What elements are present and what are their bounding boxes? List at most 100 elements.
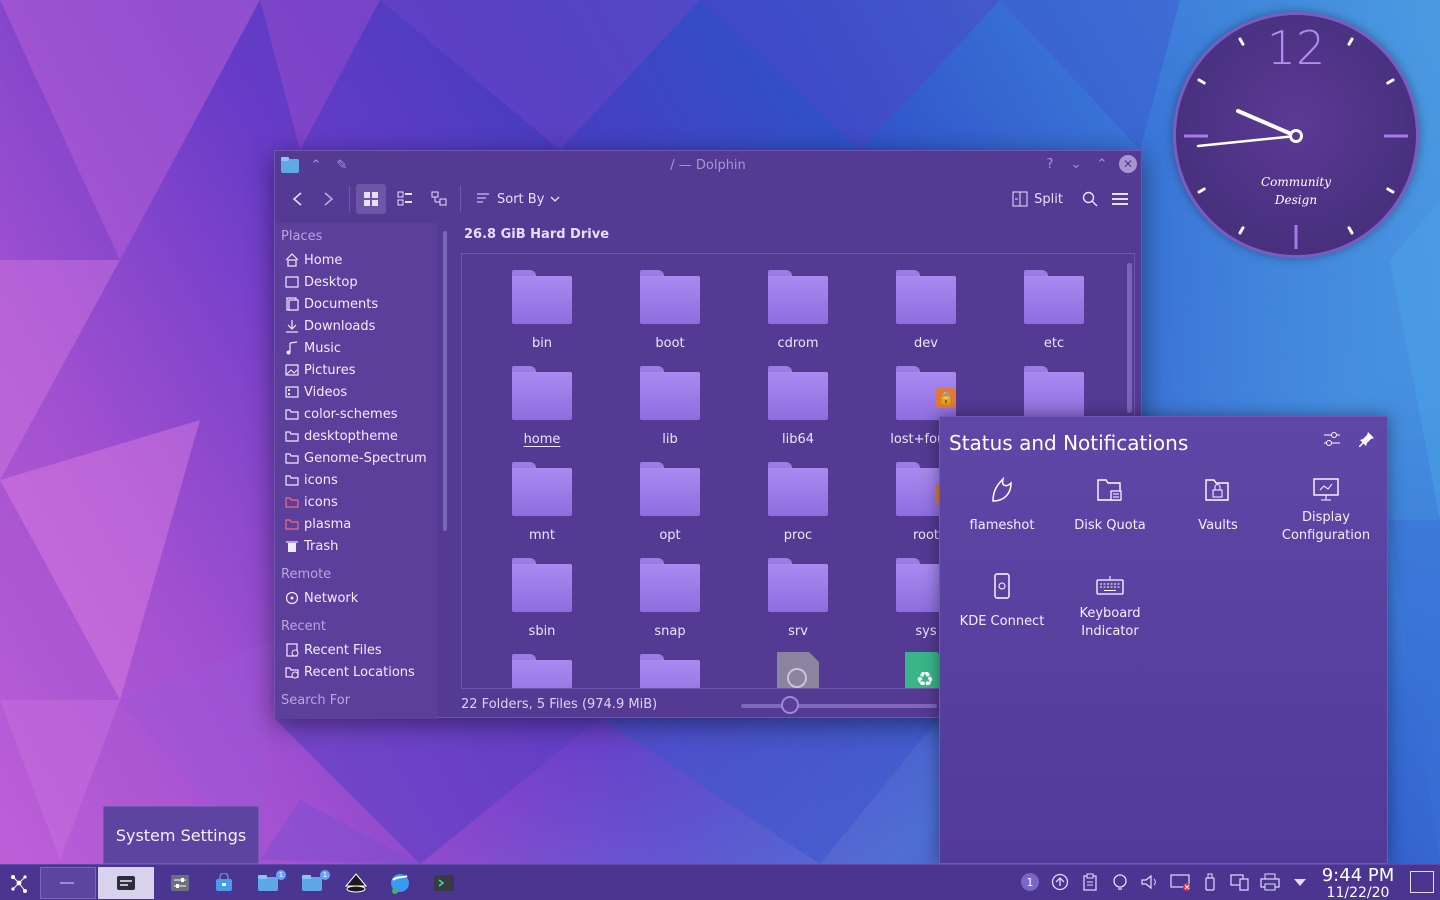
place-item[interactable]: Desktop xyxy=(275,271,437,293)
file-item[interactable]: bin xyxy=(478,268,606,364)
place-item[interactable]: Videos xyxy=(275,381,437,403)
place-item-label: Recent Files xyxy=(304,642,382,658)
place-item-label: Downloads xyxy=(304,318,376,334)
task-dolphin-1[interactable]: 1 xyxy=(248,867,288,899)
network-disconnected-icon[interactable] xyxy=(1170,871,1190,893)
file-item[interactable]: lib64 xyxy=(734,364,862,460)
task-inkscape[interactable] xyxy=(336,867,376,899)
file-item[interactable]: sbin xyxy=(478,556,606,652)
task-discover[interactable] xyxy=(160,867,200,899)
tile-display-configuration[interactable]: Display Configuration xyxy=(1272,475,1380,545)
file-name: cdrom xyxy=(777,336,819,351)
folder-icon xyxy=(768,270,828,326)
file-item[interactable]: lib xyxy=(606,364,734,460)
place-item[interactable]: desktoptheme xyxy=(275,425,437,447)
removable-device-icon[interactable] xyxy=(1200,871,1220,893)
file-item[interactable]: proc xyxy=(734,460,862,556)
task-system-settings[interactable] xyxy=(98,867,154,899)
hamburger-menu-button[interactable] xyxy=(1105,184,1135,214)
place-item[interactable]: icons xyxy=(275,469,437,491)
file-item[interactable]: home xyxy=(478,364,606,460)
task-terminal[interactable] xyxy=(424,867,464,899)
tile-kde-connect[interactable]: KDE Connect xyxy=(948,571,1056,631)
place-item[interactable]: Trash xyxy=(275,535,437,557)
zoom-slider-handle[interactable] xyxy=(781,696,799,714)
configure-icon[interactable] xyxy=(1323,431,1341,451)
file-item[interactable]: mnt xyxy=(478,460,606,556)
lock-icon: 🔒 xyxy=(936,388,956,408)
tile-flameshot[interactable]: flameshot xyxy=(948,475,1056,535)
show-desktop-button[interactable] xyxy=(1410,871,1434,893)
place-item[interactable]: Recent Locations xyxy=(275,661,437,683)
task-store[interactable] xyxy=(204,867,244,899)
icons-view-button[interactable] xyxy=(356,184,386,214)
file-item[interactable]: etc xyxy=(990,268,1118,364)
folder-icon xyxy=(512,558,572,614)
status-notifications-popup: Status and Notifications flameshot Disk … xyxy=(939,416,1388,864)
task-browser[interactable] xyxy=(380,867,420,899)
file-item[interactable]: boot xyxy=(606,268,734,364)
place-item-label: Videos xyxy=(304,384,348,400)
forward-button[interactable] xyxy=(313,184,343,214)
minimize-icon[interactable]: ⌄ xyxy=(1067,155,1085,173)
place-item-label: Recent Locations xyxy=(304,664,415,680)
back-button[interactable] xyxy=(283,184,313,214)
titlebar[interactable]: ⌃ ✎ / — Dolphin ? ⌄ ⌃ ✕ xyxy=(275,151,1141,179)
details-view-button[interactable] xyxy=(424,184,454,214)
file-name: opt xyxy=(659,528,681,543)
notification-count-icon[interactable]: 1 xyxy=(1020,871,1040,893)
place-item[interactable]: color-schemes xyxy=(275,403,437,425)
volume-icon[interactable] xyxy=(1140,871,1160,893)
folder-icon[interactable] xyxy=(640,654,700,688)
kde-connect-tray-icon[interactable] xyxy=(1230,871,1250,893)
compact-view-icon xyxy=(397,191,412,206)
place-item[interactable]: Music xyxy=(275,337,437,359)
analog-clock-widget[interactable]: 12 Community Design xyxy=(1173,12,1419,258)
search-button[interactable] xyxy=(1075,184,1105,214)
tile-keyboard-indicator[interactable]: Keyboard Indicator xyxy=(1056,571,1164,641)
zoom-slider-track[interactable] xyxy=(741,704,937,708)
close-icon[interactable]: ✕ xyxy=(1119,155,1137,173)
keyboard-indicator-icon xyxy=(1095,571,1125,601)
place-item[interactable]: Home xyxy=(275,249,437,271)
folder-icon xyxy=(512,270,572,326)
printer-icon[interactable] xyxy=(1260,871,1280,893)
place-item[interactable]: Genome-Spectrum xyxy=(275,447,437,469)
maximize-icon[interactable]: ⌃ xyxy=(1093,155,1111,173)
place-item[interactable]: Recent Files xyxy=(275,639,437,661)
sort-by-button[interactable]: Sort By xyxy=(467,184,568,214)
file-item[interactable]: opt xyxy=(606,460,734,556)
place-item[interactable]: Pictures xyxy=(275,359,437,381)
place-item[interactable]: Documents xyxy=(275,293,437,315)
clipboard-icon[interactable] xyxy=(1080,871,1100,893)
digital-clock[interactable]: 9:44 PM 11/22/20 xyxy=(1318,866,1398,900)
application-launcher-button[interactable] xyxy=(0,867,38,899)
place-item[interactable]: icons xyxy=(275,491,437,513)
tile-disk-quota[interactable]: Disk Quota xyxy=(1056,475,1164,535)
folder-icon[interactable] xyxy=(512,654,572,688)
places-section-title: Places xyxy=(281,229,323,244)
tile-vaults[interactable]: Vaults xyxy=(1164,475,1272,535)
file-item[interactable]: snap xyxy=(606,556,734,652)
night-color-icon[interactable] xyxy=(1110,871,1130,893)
disk-image-icon[interactable] xyxy=(775,652,821,689)
file-item[interactable]: dev xyxy=(862,268,990,364)
split-button[interactable]: Split xyxy=(1006,184,1069,214)
task-dolphin-2[interactable]: 1 xyxy=(292,867,332,899)
compact-view-button[interactable] xyxy=(390,184,420,214)
help-icon[interactable]: ? xyxy=(1041,155,1059,173)
pager-desktop-1[interactable] xyxy=(40,867,96,899)
updates-icon[interactable] xyxy=(1050,871,1070,893)
place-item[interactable]: Network xyxy=(275,587,437,609)
pin-popup-icon[interactable] xyxy=(1358,431,1375,451)
places-scrollbar[interactable] xyxy=(443,231,447,531)
tile-label: flameshot xyxy=(969,518,1035,533)
file-item[interactable]: cdrom xyxy=(734,268,862,364)
clock-tick xyxy=(1347,226,1354,235)
tray-expand-icon[interactable] xyxy=(1290,871,1310,893)
place-item[interactable]: Downloads xyxy=(275,315,437,337)
file-view-scrollbar[interactable] xyxy=(1127,263,1132,413)
file-item[interactable]: srv xyxy=(734,556,862,652)
place-item-label: Genome-Spectrum xyxy=(304,450,427,466)
place-item[interactable]: plasma xyxy=(275,513,437,535)
